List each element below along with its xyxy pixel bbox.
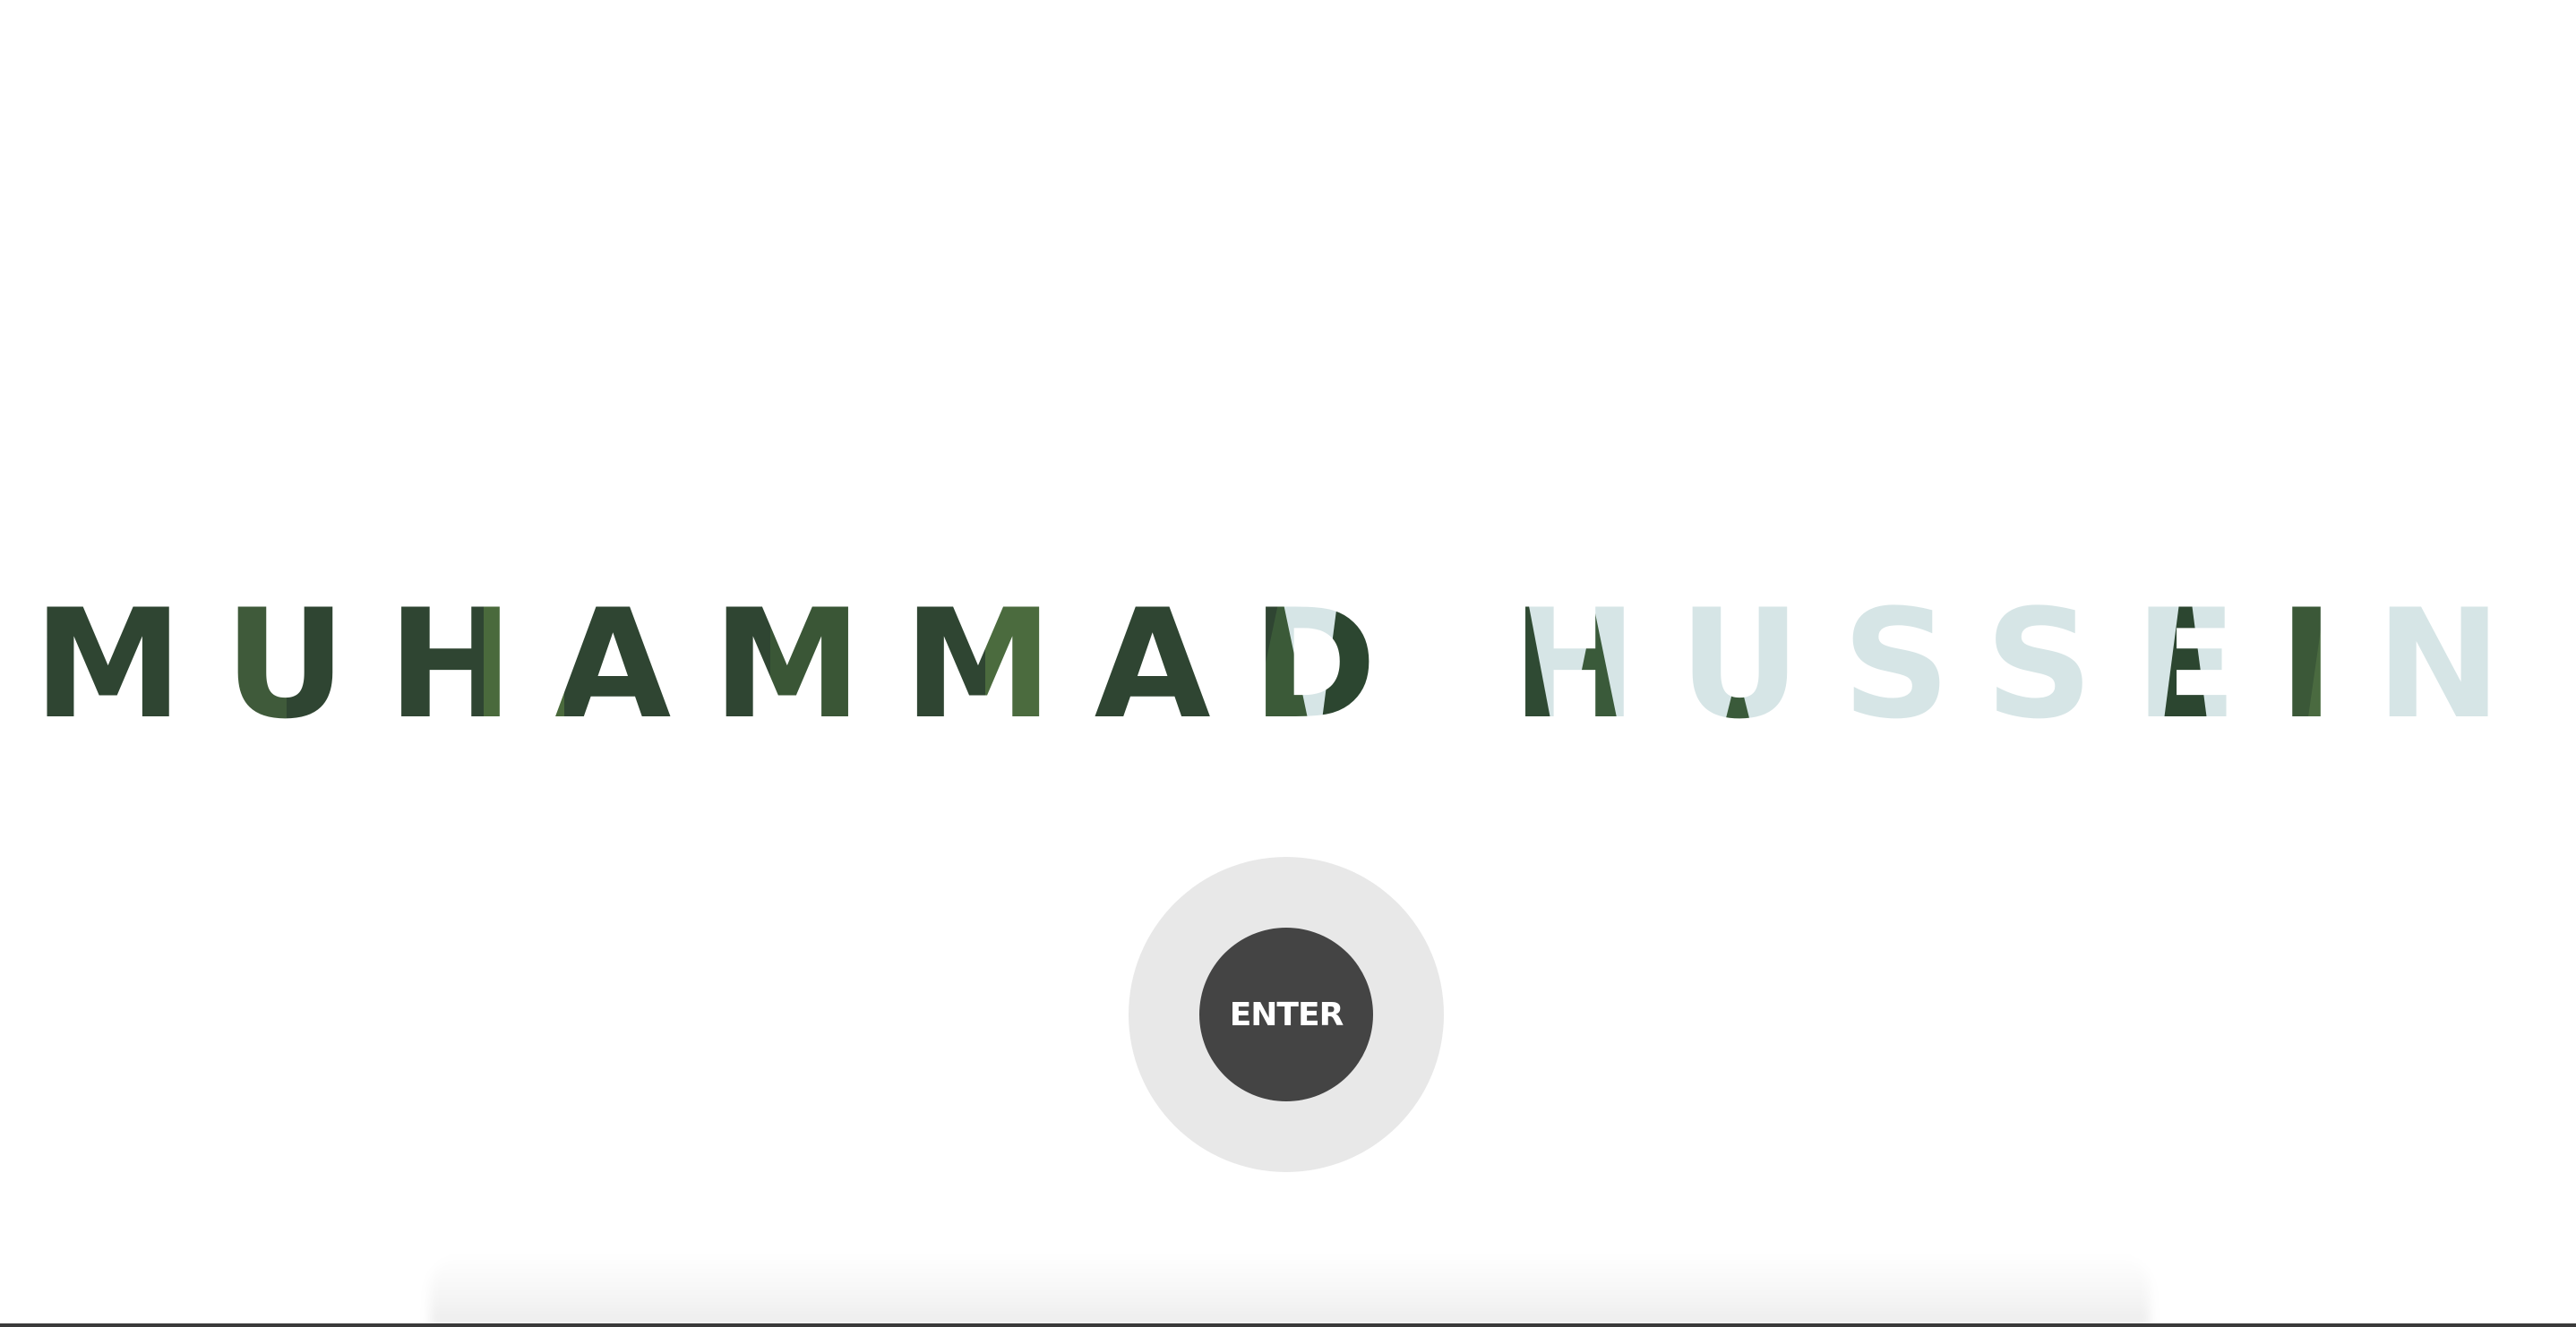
hero-title-svg: MUHAMMAD HUSSEIN <box>33 577 2543 752</box>
landing-page: MUHAMMAD HUSSEIN ENTER <box>0 0 2576 1327</box>
content-panel-shadow <box>430 1254 2150 1327</box>
hero-title: MUHAMMAD HUSSEIN <box>33 577 2543 752</box>
hero-title-wrap: MUHAMMAD HUSSEIN <box>0 555 2576 761</box>
page-bottom-edge <box>0 1323 2576 1327</box>
enter-button[interactable]: ENTER <box>1199 928 1373 1101</box>
